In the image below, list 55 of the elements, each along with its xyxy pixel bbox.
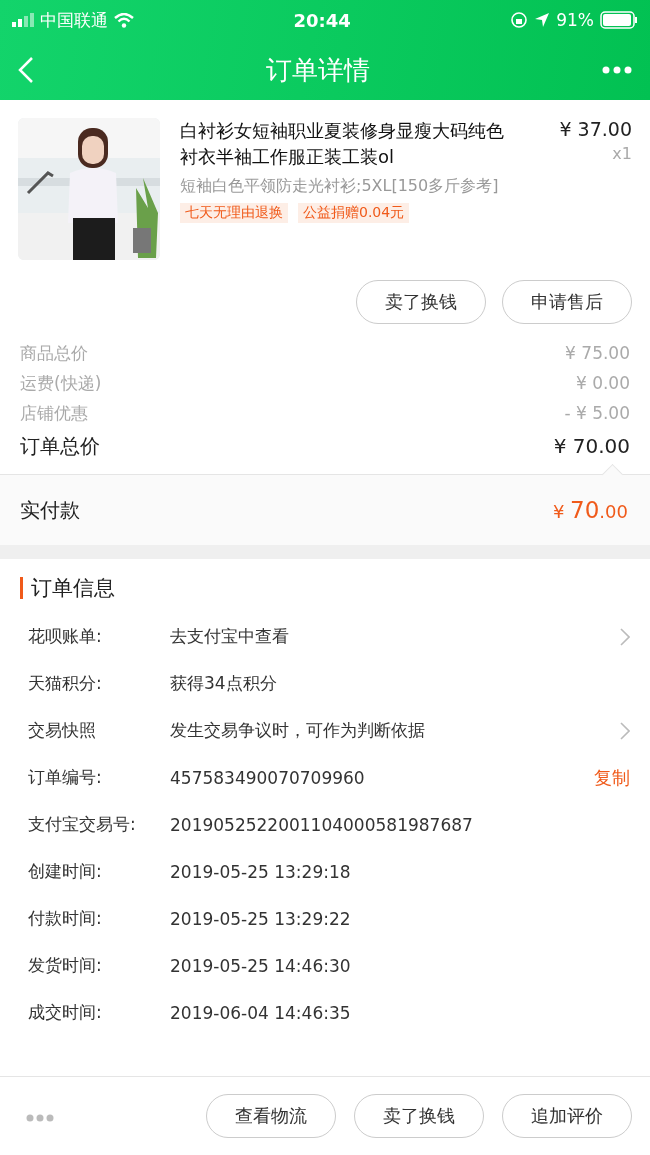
copy-link[interactable]: 复制 — [594, 765, 630, 790]
back-icon[interactable] — [18, 56, 34, 84]
paid-amount: ¥ 70.00 — [552, 497, 628, 523]
info-label: 发货时间: — [28, 954, 103, 977]
chevron-right-icon — [620, 721, 630, 740]
rotation-lock-icon — [510, 11, 529, 29]
page-title: 订单详情 — [266, 54, 370, 85]
product-price: ¥ 37.00 — [558, 118, 632, 140]
info-value: 2019-05-25 13:29:18 — [170, 861, 351, 882]
carrier-name: 中国联通 — [40, 8, 108, 32]
info-value: 2019-06-04 14:46:35 — [170, 1002, 351, 1023]
summary-label: 商品总价 — [20, 342, 88, 365]
location-arrow-icon — [534, 12, 551, 28]
summary-value: - ¥ 5.00 — [564, 402, 630, 425]
section-title: 订单信息 — [20, 577, 630, 599]
action-button[interactable]: 查看物流 — [206, 1094, 336, 1138]
info-value[interactable]: 去支付宝中查看 — [170, 626, 289, 646]
more-icon[interactable] — [26, 1113, 54, 1122]
info-label: 天猫积分: — [28, 672, 103, 695]
battery-icon — [600, 11, 638, 29]
info-value: 457583490070709960 — [170, 767, 365, 788]
chevron-right-icon — [620, 627, 630, 646]
signal-icon — [12, 13, 34, 27]
summary-value: ¥ 0.00 — [575, 372, 630, 395]
product-sku: 短袖白色平领防走光衬衫;5XL[150多斤参考] — [180, 175, 500, 197]
product-title[interactable]: 白衬衫女短袖职业夏装修身显瘦大码纯色衬衣半袖工作服正装工装ol — [180, 118, 510, 170]
product-quantity: x1 — [611, 144, 632, 163]
info-label: 订单编号: — [28, 766, 103, 789]
summary-value: ¥ 75.00 — [565, 342, 630, 365]
more-icon[interactable] — [602, 66, 632, 74]
action-button[interactable]: 追加评价 — [502, 1094, 632, 1138]
summary-label: 运费(快递) — [20, 372, 102, 395]
wifi-icon — [114, 12, 134, 28]
summary-label: 店铺优惠 — [20, 402, 88, 425]
battery-percent: 91% — [556, 10, 594, 30]
info-value: 2019-05-25 14:46:30 — [170, 955, 351, 976]
info-label: 成交时间: — [28, 1001, 103, 1024]
total-value: ¥ 70.00 — [553, 433, 630, 460]
info-value: 获得34点积分 — [170, 673, 277, 693]
action-button[interactable]: 申请售后 — [502, 280, 632, 324]
info-value: 2019052522001104000581987687 — [170, 814, 473, 835]
total-label: 订单总价 — [20, 433, 100, 460]
info-label: 花呗账单: — [28, 625, 103, 648]
info-value: 2019-05-25 13:29:22 — [170, 908, 351, 929]
info-label: 创建时间: — [28, 860, 103, 883]
action-button[interactable]: 卖了换钱 — [356, 280, 486, 324]
paid-label: 实付款 — [20, 496, 80, 524]
info-label: 付款时间: — [28, 907, 103, 930]
service-tag: 公益捐赠0.04元 — [298, 203, 410, 223]
info-value[interactable]: 发生交易争议时，可作为判断依据 — [170, 720, 425, 740]
info-label: 支付宝交易号: — [28, 813, 137, 836]
action-button[interactable]: 卖了换钱 — [354, 1094, 484, 1138]
status-time: 20:44 — [293, 9, 351, 31]
service-tag: 七天无理由退换 — [180, 203, 288, 223]
info-label: 交易快照 — [28, 719, 97, 742]
